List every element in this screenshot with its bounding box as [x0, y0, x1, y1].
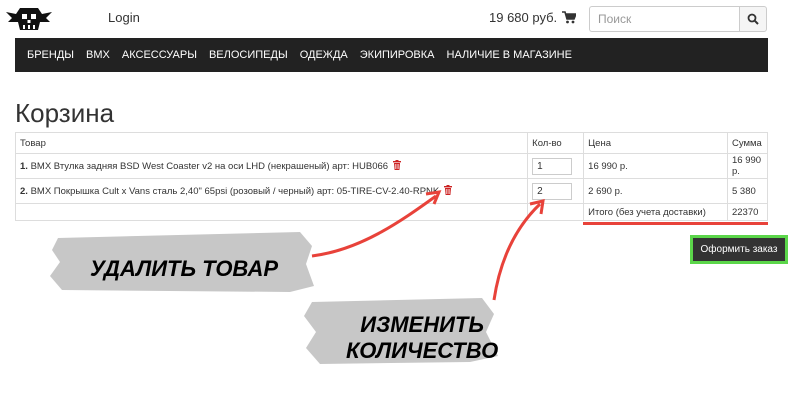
main-nav: БРЕНДЫ BMX АКСЕССУАРЫ ВЕЛОСИПЕДЫ ОДЕЖДА …: [15, 38, 768, 72]
cart-summary[interactable]: 19 680 руб.: [489, 10, 577, 25]
total-row: Итого (без учета доставки) 22370: [14, 203, 769, 221]
price-cell: 2 690 р.: [583, 178, 728, 204]
empty-cell: [527, 203, 585, 221]
logo-skull-icon[interactable]: [4, 4, 54, 34]
product-cell: 2. BMX Покрышка Cult x Vans сталь 2,40" …: [14, 178, 529, 204]
cart-table: Товар Кол-во Цена Сумма 1. BMX Втулка за…: [14, 132, 769, 221]
delete-item-icon[interactable]: [392, 160, 401, 170]
row-number: 2.: [20, 186, 28, 197]
annotation-change-qty-line2: КОЛИЧЕСТВО: [346, 338, 499, 363]
column-header-qty: Кол-во: [527, 132, 585, 154]
column-header-product: Товар: [14, 132, 529, 154]
cart-total: 19 680 руб.: [489, 10, 558, 25]
nav-item-bicycles[interactable]: ВЕЛОСИПЕДЫ: [203, 49, 294, 61]
annotation-change-qty: ИЗМЕНИТЬ КОЛИЧЕСТВО: [346, 312, 498, 364]
annotation-change-qty-line1: ИЗМЕНИТЬ: [360, 312, 484, 337]
annotation-delete-item: УДАЛИТЬ ТОВАР: [90, 256, 279, 281]
page-title: Корзина: [15, 98, 115, 128]
table-row: 1. BMX Втулка задняя BSD West Coaster v2…: [14, 153, 769, 179]
sum-cell: 5 380: [726, 178, 769, 204]
nav-item-clothing[interactable]: ОДЕЖДА: [294, 49, 354, 61]
search-button[interactable]: [739, 6, 767, 32]
column-header-price: Цена: [583, 132, 728, 154]
nav-item-bmx[interactable]: BMX: [80, 49, 116, 61]
quantity-input[interactable]: [532, 182, 573, 200]
total-value: 22370: [726, 203, 769, 221]
price-cell: 16 990 р.: [583, 153, 728, 179]
product-cell: 1. BMX Втулка задняя BSD West Coaster v2…: [14, 153, 529, 179]
total-highlight-underline: [583, 222, 768, 225]
nav-item-accessories[interactable]: АКСЕССУАРЫ: [116, 49, 203, 61]
checkout-button[interactable]: Оформить заказ: [690, 235, 788, 264]
table-header-row: Товар Кол-во Цена Сумма: [14, 132, 769, 154]
nav-item-in-stock[interactable]: НАЛИЧИЕ В МАГАЗИНЕ: [441, 49, 578, 61]
search-form: [589, 6, 767, 32]
delete-item-icon[interactable]: [443, 185, 452, 195]
empty-cell: [14, 203, 529, 221]
login-link[interactable]: Login: [108, 10, 140, 25]
cart-icon: [562, 11, 577, 24]
search-icon: [747, 13, 759, 25]
table-row: 2. BMX Покрышка Cult x Vans сталь 2,40" …: [14, 178, 769, 204]
sum-cell: 16 990 р.: [726, 153, 769, 179]
product-name[interactable]: BMX Втулка задняя BSD West Coaster v2 на…: [31, 161, 388, 172]
row-number: 1.: [20, 161, 28, 172]
search-input[interactable]: [589, 6, 739, 32]
total-label: Итого (без учета доставки): [583, 203, 728, 221]
column-header-sum: Сумма: [726, 132, 769, 154]
quantity-input[interactable]: [532, 157, 573, 175]
qty-cell: [527, 178, 585, 204]
nav-item-brands[interactable]: БРЕНДЫ: [21, 49, 80, 61]
qty-cell: [527, 153, 585, 179]
product-name[interactable]: BMX Покрышка Cult x Vans сталь 2,40" 65p…: [31, 186, 440, 197]
nav-item-equipment[interactable]: ЭКИПИРОВКА: [354, 49, 441, 61]
